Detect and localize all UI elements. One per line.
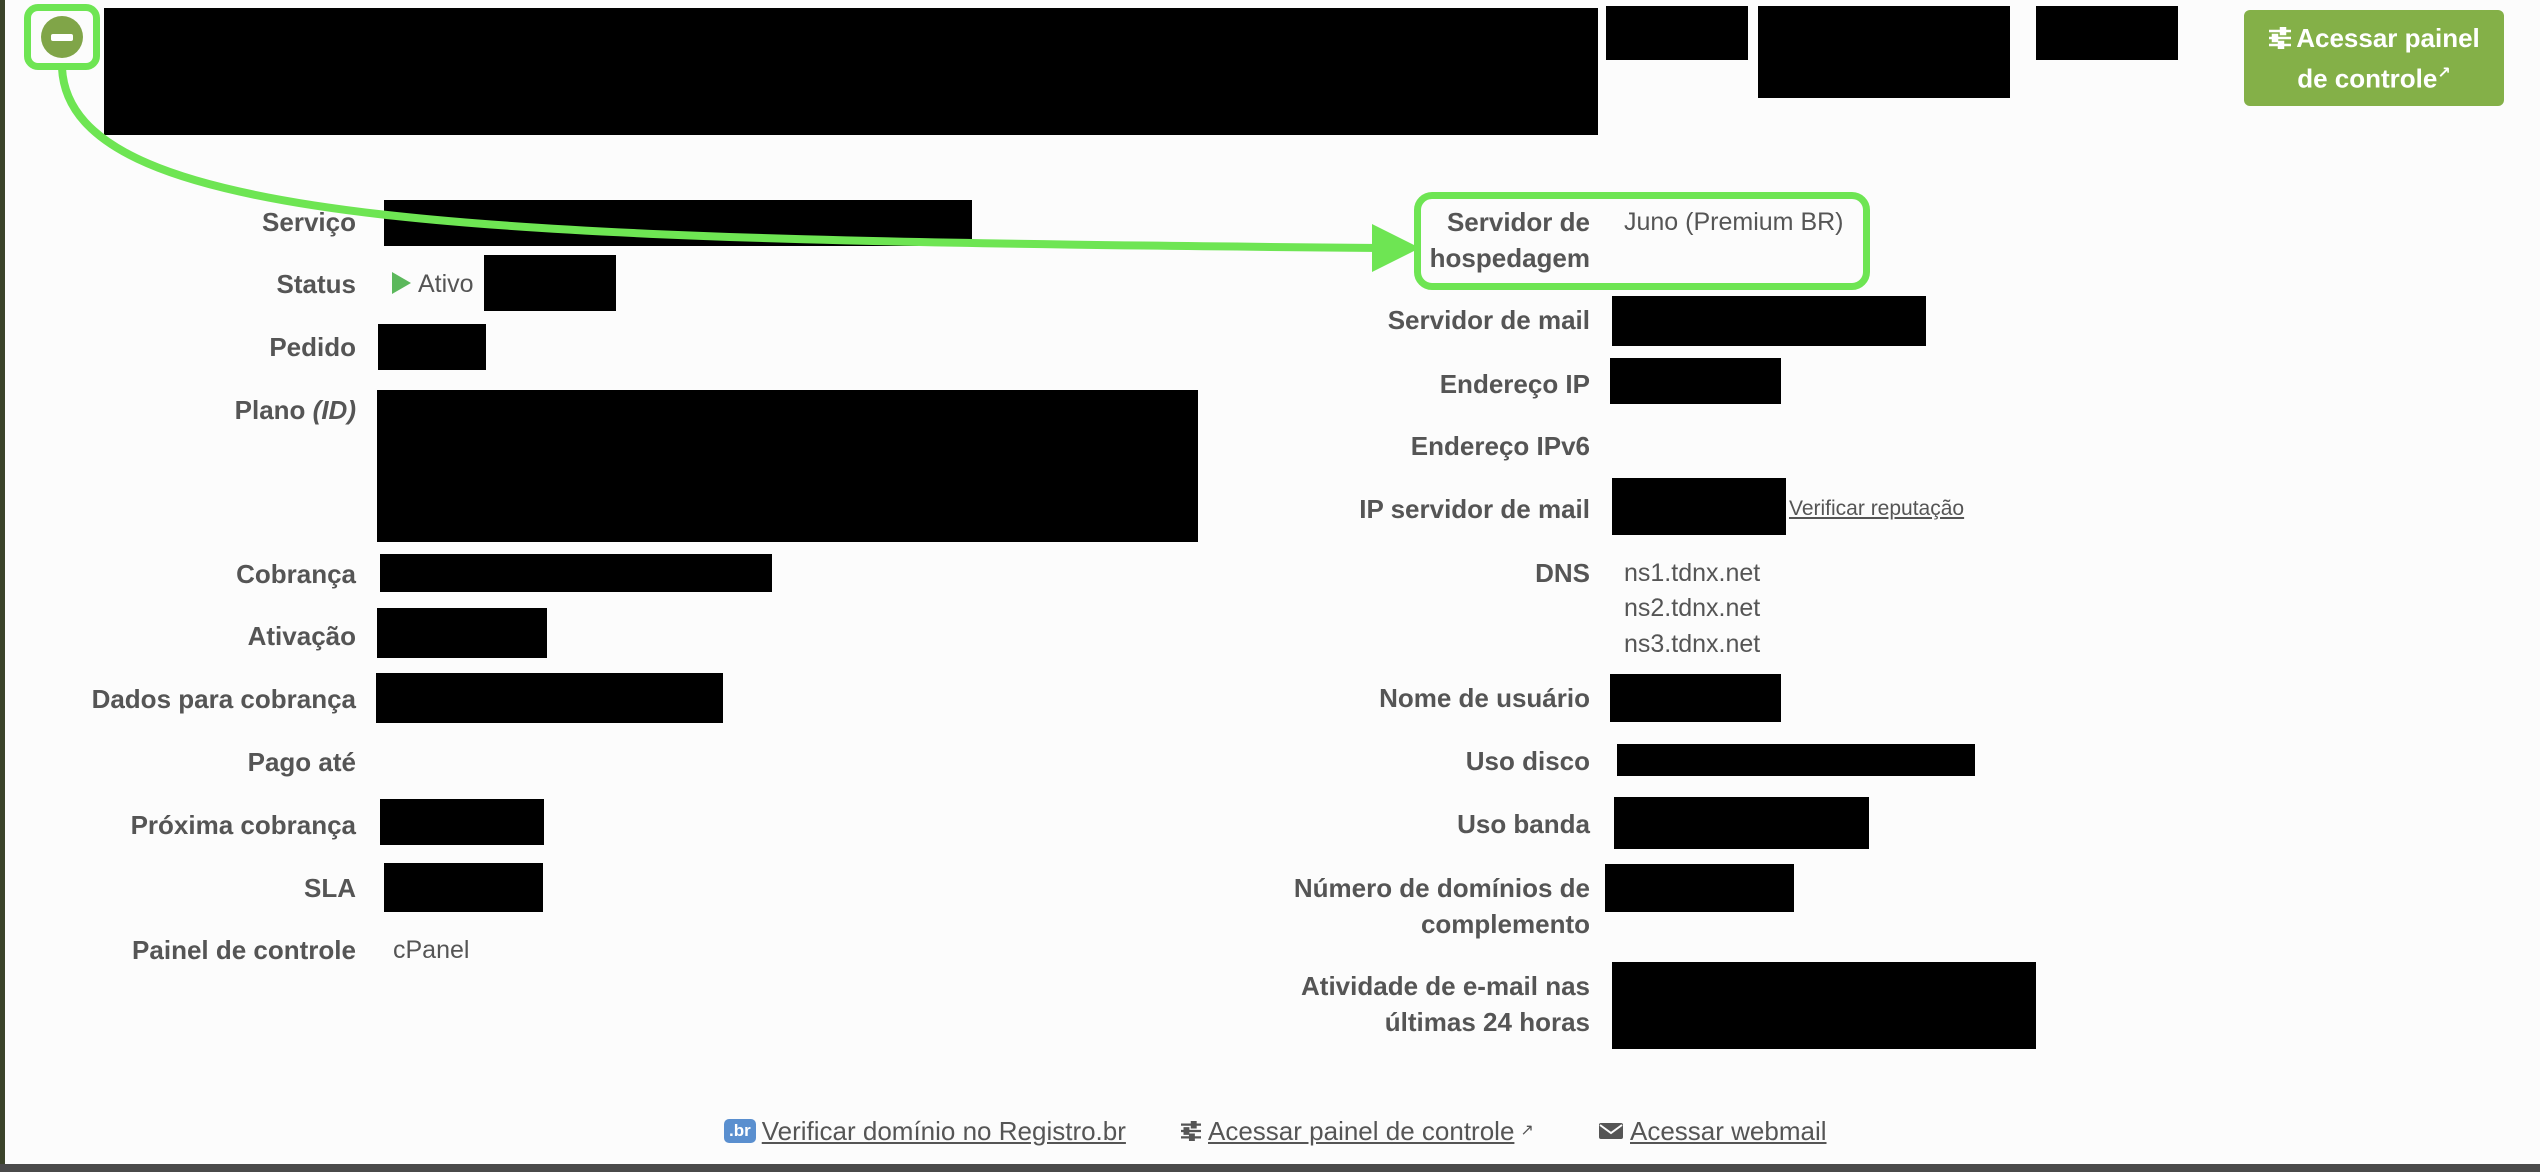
access-control-panel-button[interactable]: Acessar painel de controle↗	[2244, 10, 2504, 106]
label-plano: Plano (ID)	[235, 392, 356, 428]
redacted-header-field	[2036, 6, 2178, 60]
redacted-proxima-cobranca	[380, 799, 544, 845]
verify-registro-label: Verificar domínio no Registro.br	[761, 1116, 1126, 1146]
dns-value-3: ns3.tdnx.net	[1624, 630, 1761, 658]
collapse-button[interactable]	[24, 4, 100, 70]
redacted-plano	[377, 390, 1198, 542]
label-addon-domains: Número de domínios de complemento	[1294, 870, 1590, 942]
hosting-server-value: Juno (Premium BR)	[1624, 208, 1844, 236]
registro-br-icon: .br	[724, 1119, 756, 1143]
sliders-icon	[2269, 26, 2292, 49]
window-frame-left	[0, 0, 5, 1172]
label-cobranca: Cobrança	[236, 559, 356, 589]
verify-registro-link[interactable]: .br Verificar domínio no Registro.br	[724, 1114, 1126, 1148]
label-dados-cobranca: Dados para cobrança	[91, 684, 356, 714]
addon-label-line2: complemento	[1420, 909, 1590, 939]
label-username: Nome de usuário	[1379, 683, 1590, 713]
label-bandwidth: Uso banda	[1457, 809, 1590, 839]
access-panel-label: Acessar painel de controle	[2296, 22, 2480, 94]
label-sla: SLA	[304, 873, 356, 903]
redacted-ip	[1610, 358, 1781, 404]
email-activity-line2: últimas 24 horas	[1384, 1007, 1590, 1037]
access-webmail-link[interactable]: Acessar webmail	[1598, 1114, 1827, 1148]
play-triangle-icon	[392, 272, 411, 294]
annotation-arrow-head	[1372, 224, 1420, 272]
dns-value-1: ns1.tdnx.net	[1624, 559, 1761, 587]
label-ip: Endereço IP	[1439, 369, 1590, 399]
redacted-status	[484, 255, 616, 311]
external-link-icon: ↗	[1520, 1122, 1534, 1139]
label-email-activity: Atividade de e-mail nas últimas 24 horas	[1301, 968, 1590, 1040]
redacted-ativacao	[377, 608, 547, 658]
painel-controle-value: cPanel	[393, 936, 470, 964]
check-reputation-link[interactable]: Verificar reputação	[1789, 494, 1964, 524]
redacted-sla	[384, 863, 543, 912]
email-activity-line1: Atividade de e-mail nas	[1301, 971, 1590, 1001]
redacted-username	[1610, 674, 1781, 722]
label-ativacao: Ativação	[247, 621, 356, 651]
redacted-cobranca	[380, 554, 772, 592]
footer-access-panel-link[interactable]: Acessar painel de controle ↗	[1180, 1114, 1534, 1148]
hosting-label-line1: Servidor de	[1446, 207, 1590, 237]
window-frame-bottom	[0, 1164, 2540, 1172]
status-value: Ativo	[418, 270, 474, 298]
envelope-icon	[1599, 1123, 1623, 1139]
redacted-domain-title	[104, 8, 1598, 135]
label-painel-controle: Painel de controle	[132, 935, 356, 965]
addon-label-line1: Número de domínios de	[1293, 873, 1590, 903]
redacted-addon-domains	[1605, 864, 1794, 912]
label-mail-server: Servidor de mail	[1387, 305, 1590, 335]
label-mail-ip: IP servidor de mail	[1359, 494, 1590, 524]
sliders-icon	[1181, 1121, 1201, 1141]
label-servico: Serviço	[262, 207, 356, 237]
redacted-disk-usage	[1617, 744, 1975, 776]
redacted-mail-ip	[1612, 478, 1786, 535]
redacted-servico	[384, 200, 972, 246]
redacted-header-field	[1606, 6, 1748, 60]
dns-value-2: ns2.tdnx.net	[1624, 594, 1761, 622]
label-ipv6: Endereço IPv6	[1410, 431, 1590, 461]
label-hosting-server: Servidor de hospedagem	[1430, 204, 1590, 276]
label-dns: DNS	[1535, 558, 1590, 588]
plano-id-suffix: (ID)	[312, 395, 356, 425]
access-webmail-label: Acessar webmail	[1630, 1116, 1827, 1146]
external-link-icon: ↗	[2437, 64, 2451, 82]
label-pedido: Pedido	[269, 332, 356, 362]
redacted-dados-cobranca	[376, 673, 723, 723]
plano-label-text: Plano	[234, 395, 306, 425]
redacted-header-field	[1758, 6, 2010, 98]
redacted-email-activity	[1612, 962, 2036, 1049]
label-pago-ate: Pago até	[247, 747, 356, 777]
label-disk-usage: Uso disco	[1465, 746, 1590, 776]
redacted-pedido	[378, 324, 486, 370]
minus-circle-icon	[41, 16, 83, 58]
redacted-mail-server	[1612, 296, 1926, 346]
label-status: Status	[276, 269, 356, 299]
label-proxima-cobranca: Próxima cobrança	[130, 810, 356, 840]
hosting-label-line2: hospedagem	[1429, 243, 1590, 273]
footer-access-panel-label: Acessar painel de controle	[1208, 1116, 1515, 1146]
redacted-bandwidth	[1614, 797, 1869, 849]
